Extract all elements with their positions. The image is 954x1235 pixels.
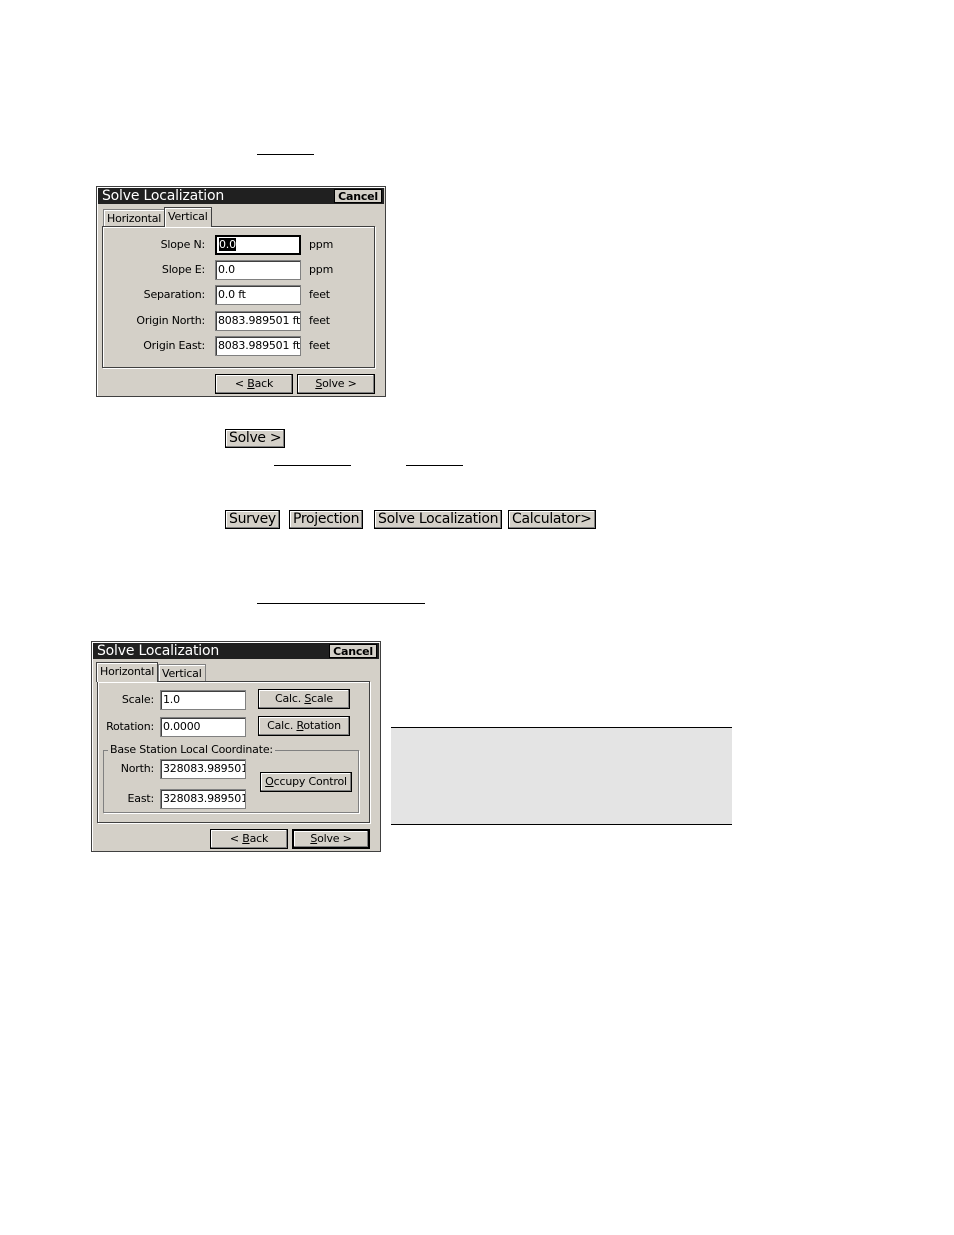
back-button[interactable]: < Back (210, 829, 288, 849)
menu-projection-button[interactable]: Projection (289, 510, 364, 529)
north-label: North: (120, 762, 154, 775)
origin-north-unit: feet (309, 314, 330, 327)
dialog-title: Solve Localization (102, 188, 225, 204)
scale-label: Scale: (121, 693, 154, 706)
solve-button[interactable]: Solve > (292, 829, 370, 849)
slope-e-unit: ppm (309, 263, 334, 276)
origin-north-field[interactable]: 8083.989501 ft (215, 311, 301, 331)
menu-calculator-button[interactable]: Calculator> (508, 510, 596, 529)
slope-n-label: Slope N: (160, 238, 206, 251)
dialog-titlebar: Solve Localization Cancel (93, 643, 379, 659)
east-label: East: (127, 792, 155, 805)
slope-e-field[interactable]: 0.0 (215, 260, 301, 280)
link-underline-1 (274, 465, 351, 466)
occupy-control-button[interactable]: Occupy Control (260, 772, 352, 792)
origin-east-field[interactable]: 8083.989501 ft (215, 336, 301, 356)
origin-north-label: Origin North: (136, 314, 205, 327)
east-field[interactable]: 328083.989501 (160, 789, 246, 809)
rotation-label: Rotation: (106, 720, 154, 733)
cancel-button[interactable]: Cancel (329, 644, 377, 658)
back-button[interactable]: < Back (215, 374, 293, 394)
solve-localization-dialog-horizontal: Solve Localization Cancel Horizontal Ver… (91, 641, 381, 852)
base-station-groupbox: Base Station Local Coordinate: North: 32… (103, 744, 359, 813)
tab-vertical[interactable]: Vertical (158, 664, 206, 682)
slope-n-field[interactable]: 0.0 (215, 235, 301, 255)
scale-field[interactable]: 1.0 (160, 690, 246, 710)
separation-unit: feet (309, 288, 330, 301)
separation-field[interactable]: 0.0 ft (215, 285, 301, 305)
tab-panel: Slope N: 0.0 ppm Slope E: 0.0 ppm Separa… (102, 226, 375, 368)
inline-solve-button[interactable]: Solve > (225, 429, 286, 448)
calc-rotation-button[interactable]: Calc. Rotation (258, 716, 350, 736)
origin-east-unit: feet (309, 339, 330, 352)
tab-horizontal[interactable]: Horizontal (103, 209, 166, 227)
menu-solve-localization-button[interactable]: Solve Localization (374, 510, 503, 529)
tab-horizontal[interactable]: Horizontal (96, 662, 159, 682)
solve-button[interactable]: Solve > (297, 374, 375, 394)
tab-panel: Scale: 1.0 Calc. Scale Rotation: 0.0000 … (97, 681, 370, 823)
base-station-group-label: Base Station Local Coordinate: (108, 743, 275, 756)
menu-survey-button[interactable]: Survey (225, 510, 280, 529)
separation-label: Separation: (143, 288, 206, 301)
calc-scale-button[interactable]: Calc. Scale (258, 689, 350, 709)
tab-vertical[interactable]: Vertical (164, 207, 212, 227)
dialog-title: Solve Localization (97, 643, 220, 659)
slope-e-label: Slope E: (161, 263, 205, 276)
heading-underline-1 (257, 154, 314, 155)
rotation-field[interactable]: 0.0000 (160, 717, 246, 737)
dialog-titlebar: Solve Localization Cancel (98, 188, 384, 204)
origin-east-label: Origin East: (143, 339, 205, 352)
cancel-button[interactable]: Cancel (334, 189, 382, 203)
north-field[interactable]: 328083.989501 (160, 759, 246, 779)
note-box (391, 727, 732, 825)
slope-n-unit: ppm (309, 238, 334, 251)
heading-underline-2 (257, 603, 425, 604)
solve-localization-dialog-vertical: Solve Localization Cancel Horizontal Ver… (96, 186, 386, 397)
link-underline-2 (406, 465, 463, 466)
